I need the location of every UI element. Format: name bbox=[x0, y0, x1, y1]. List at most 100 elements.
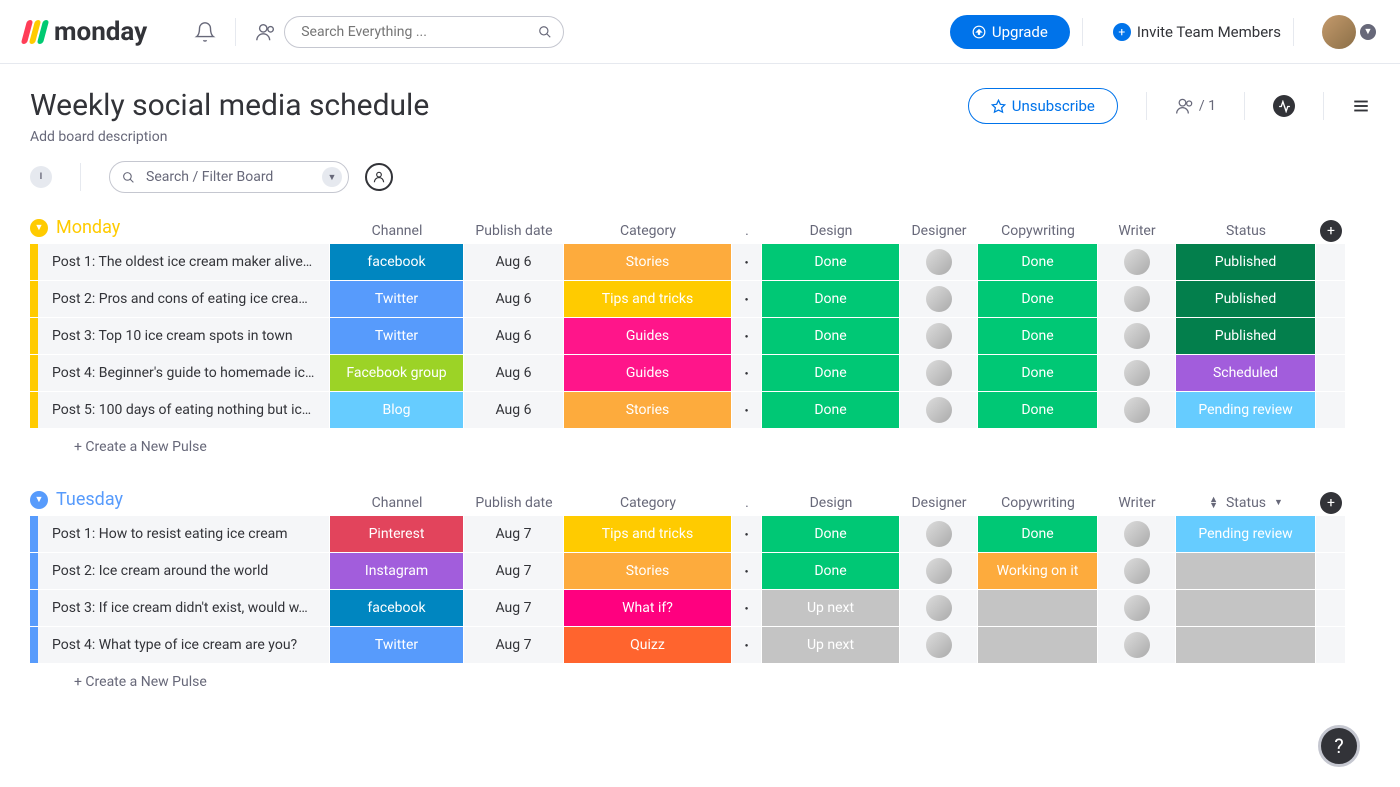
col-category[interactable]: Category bbox=[564, 489, 732, 516]
table-row[interactable]: Post 3: If ice cream didn't exist, would… bbox=[30, 590, 1370, 626]
task-name[interactable]: Post 1: How to resist eating ice cream bbox=[38, 516, 330, 552]
designer-cell[interactable] bbox=[900, 516, 978, 552]
writer-cell[interactable] bbox=[1098, 392, 1176, 428]
col-category[interactable]: Category bbox=[564, 217, 732, 244]
collapse-icon[interactable]: ▼ bbox=[30, 491, 48, 509]
category-cell[interactable]: Guides bbox=[564, 318, 732, 354]
status-cell[interactable]: Published bbox=[1176, 318, 1316, 354]
designer-cell[interactable] bbox=[900, 355, 978, 391]
category-cell[interactable]: Guides bbox=[564, 355, 732, 391]
notifications-icon[interactable] bbox=[187, 14, 223, 50]
date-cell[interactable]: Aug 6 bbox=[464, 318, 564, 354]
col-designer[interactable]: Designer bbox=[900, 217, 978, 244]
date-cell[interactable]: Aug 6 bbox=[464, 244, 564, 280]
copywriting-cell[interactable]: Done bbox=[978, 355, 1098, 391]
col-channel[interactable]: Channel bbox=[330, 489, 464, 516]
col-writer[interactable]: Writer bbox=[1098, 217, 1176, 244]
copywriting-cell[interactable]: Done bbox=[978, 244, 1098, 280]
unsubscribe-button[interactable]: Unsubscribe bbox=[968, 88, 1118, 124]
designer-cell[interactable] bbox=[900, 244, 978, 280]
board-description[interactable]: Add board description bbox=[30, 129, 429, 145]
info-pill[interactable]: I bbox=[30, 166, 52, 188]
copywriting-cell[interactable]: Done bbox=[978, 318, 1098, 354]
channel-cell[interactable]: Instagram bbox=[330, 553, 464, 589]
dot-cell[interactable]: ● bbox=[732, 281, 762, 317]
category-cell[interactable]: Stories bbox=[564, 553, 732, 589]
status-cell[interactable] bbox=[1176, 590, 1316, 626]
col-copywriting[interactable]: Copywriting bbox=[978, 489, 1098, 516]
board-filter[interactable]: Search / Filter Board ▼ bbox=[109, 161, 349, 193]
writer-cell[interactable] bbox=[1098, 590, 1176, 626]
group-title[interactable]: Tuesday bbox=[56, 489, 123, 510]
date-cell[interactable]: Aug 6 bbox=[464, 392, 564, 428]
channel-cell[interactable]: Pinterest bbox=[330, 516, 464, 552]
status-cell[interactable] bbox=[1176, 627, 1316, 663]
copywriting-cell[interactable]: Done bbox=[978, 516, 1098, 552]
design-cell[interactable]: Done bbox=[762, 516, 900, 552]
designer-cell[interactable] bbox=[900, 318, 978, 354]
new-pulse-row[interactable]: + Create a New Pulse bbox=[30, 429, 1370, 465]
category-cell[interactable]: Stories bbox=[564, 392, 732, 428]
design-cell[interactable]: Done bbox=[762, 244, 900, 280]
date-cell[interactable]: Aug 7 bbox=[464, 590, 564, 626]
col-publish-date[interactable]: Publish date bbox=[464, 217, 564, 244]
task-name[interactable]: Post 4: Beginner's guide to homemade ic… bbox=[38, 355, 330, 391]
members-count[interactable]: / 1 bbox=[1175, 96, 1216, 116]
date-cell[interactable]: Aug 7 bbox=[464, 553, 564, 589]
task-name[interactable]: Post 1: The oldest ice cream maker alive… bbox=[38, 244, 330, 280]
col-writer[interactable]: Writer bbox=[1098, 489, 1176, 516]
copywriting-cell[interactable]: Done bbox=[978, 281, 1098, 317]
col-dot[interactable]: . bbox=[732, 489, 762, 516]
design-cell[interactable]: Done bbox=[762, 281, 900, 317]
col-designer[interactable]: Designer bbox=[900, 489, 978, 516]
channel-cell[interactable]: Blog bbox=[330, 392, 464, 428]
table-row[interactable]: Post 1: How to resist eating ice creamPi… bbox=[30, 516, 1370, 552]
status-cell[interactable]: Pending review bbox=[1176, 392, 1316, 428]
col-dot[interactable]: . bbox=[732, 217, 762, 244]
status-cell[interactable]: Published bbox=[1176, 281, 1316, 317]
dot-cell[interactable]: ● bbox=[732, 553, 762, 589]
writer-cell[interactable] bbox=[1098, 281, 1176, 317]
task-name[interactable]: Post 3: If ice cream didn't exist, would… bbox=[38, 590, 330, 626]
dot-cell[interactable]: ● bbox=[732, 318, 762, 354]
col-status[interactable]: Status bbox=[1176, 217, 1316, 244]
design-cell[interactable]: Up next bbox=[762, 590, 900, 626]
upgrade-button[interactable]: Upgrade bbox=[950, 15, 1070, 49]
activity-icon[interactable] bbox=[1273, 95, 1295, 117]
add-column[interactable]: + bbox=[1316, 217, 1346, 244]
copywriting-cell[interactable] bbox=[978, 590, 1098, 626]
col-channel[interactable]: Channel bbox=[330, 217, 464, 244]
design-cell[interactable]: Done bbox=[762, 392, 900, 428]
writer-cell[interactable] bbox=[1098, 627, 1176, 663]
date-cell[interactable]: Aug 6 bbox=[464, 355, 564, 391]
writer-cell[interactable] bbox=[1098, 553, 1176, 589]
table-row[interactable]: Post 4: What type of ice cream are you?T… bbox=[30, 627, 1370, 663]
designer-cell[interactable] bbox=[900, 281, 978, 317]
category-cell[interactable]: Tips and tricks bbox=[564, 516, 732, 552]
table-row[interactable]: Post 2: Ice cream around the worldInstag… bbox=[30, 553, 1370, 589]
designer-cell[interactable] bbox=[900, 627, 978, 663]
channel-cell[interactable]: facebook bbox=[330, 590, 464, 626]
category-cell[interactable]: What if? bbox=[564, 590, 732, 626]
status-cell[interactable]: Pending review bbox=[1176, 516, 1316, 552]
designer-cell[interactable] bbox=[900, 590, 978, 626]
copywriting-cell[interactable] bbox=[978, 627, 1098, 663]
user-avatar[interactable] bbox=[1322, 15, 1356, 49]
invite-button[interactable]: + Invite Team Members bbox=[1113, 23, 1281, 41]
writer-cell[interactable] bbox=[1098, 355, 1176, 391]
channel-cell[interactable]: Facebook group bbox=[330, 355, 464, 391]
people-icon[interactable] bbox=[248, 14, 284, 50]
avatar-menu-icon[interactable]: ▼ bbox=[1360, 24, 1376, 40]
help-button[interactable]: ? bbox=[1318, 725, 1360, 767]
new-pulse-row[interactable]: + Create a New Pulse bbox=[30, 664, 1370, 700]
task-name[interactable]: Post 3: Top 10 ice cream spots in town bbox=[38, 318, 330, 354]
status-cell[interactable] bbox=[1176, 553, 1316, 589]
table-row[interactable]: Post 5: 100 days of eating nothing but i… bbox=[30, 392, 1370, 428]
col-design[interactable]: Design bbox=[762, 217, 900, 244]
status-cell[interactable]: Published bbox=[1176, 244, 1316, 280]
date-cell[interactable]: Aug 7 bbox=[464, 627, 564, 663]
date-cell[interactable]: Aug 6 bbox=[464, 281, 564, 317]
category-cell[interactable]: Tips and tricks bbox=[564, 281, 732, 317]
dot-cell[interactable]: ● bbox=[732, 590, 762, 626]
logo[interactable]: monday bbox=[24, 17, 147, 47]
